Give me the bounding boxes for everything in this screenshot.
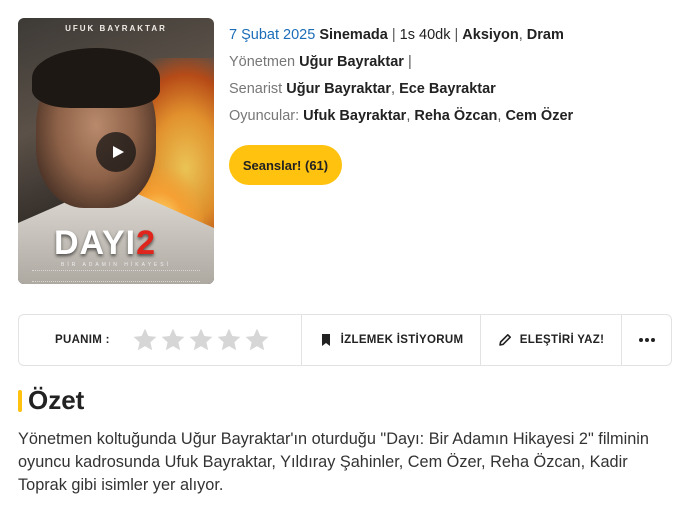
- action-bar: PUANIM : İZLEMEK İSTİYORUM ELEŞTİRİ YAZ!: [18, 314, 672, 366]
- movie-poster[interactable]: UFUK BAYRAKTAR DAYI2 BİR ADAMIN HİKAYESİ: [18, 18, 214, 284]
- cast-row: Oyuncular: Ufuk Bayraktar, Reha Özcan, C…: [229, 108, 574, 124]
- cast-link-1[interactable]: Ufuk Bayraktar: [303, 108, 406, 124]
- writer-link-1[interactable]: Uğur Bayraktar: [286, 81, 391, 97]
- heading-accent-bar: [18, 389, 22, 412]
- release-status: Sinemada: [319, 27, 388, 43]
- poster-credits-block: [32, 270, 200, 282]
- release-date[interactable]: 7 Şubat 2025: [229, 27, 315, 43]
- cast-link-2[interactable]: Reha Özcan: [414, 108, 497, 124]
- bookmark-icon: [321, 334, 330, 346]
- poster-actor-name: UFUK BAYRAKTAR: [65, 24, 167, 33]
- genre-link-1[interactable]: Aksiyon: [462, 27, 518, 43]
- poster-title: DAYI2: [54, 224, 157, 262]
- star-icon[interactable]: [132, 327, 158, 353]
- writer-link-2[interactable]: Ece Bayraktar: [399, 81, 496, 97]
- star-icon[interactable]: [216, 327, 242, 353]
- summary-heading: Özet: [18, 385, 84, 416]
- writer-label: Senarist: [229, 81, 283, 97]
- pencil-icon: [498, 334, 511, 346]
- summary-title: Özet: [28, 385, 85, 415]
- writer-row: Senarist Uğur Bayraktar, Ece Bayraktar: [229, 81, 496, 97]
- summary-text: Yönetmen koltuğunda Uğur Bayraktar'ın ot…: [18, 430, 649, 494]
- star-icon[interactable]: [244, 327, 270, 353]
- poster-subtitle: BİR ADAMIN HİKAYESİ: [61, 262, 171, 268]
- play-icon: [112, 146, 124, 158]
- cast-label: Oyuncular:: [229, 108, 300, 124]
- director-row: Yönetmen Uğur Bayraktar |: [229, 54, 412, 70]
- director-label: Yönetmen: [229, 54, 296, 70]
- rating-section: PUANIM :: [19, 315, 302, 365]
- poster-hair: [32, 48, 160, 108]
- genre-link-2[interactable]: Dram: [527, 27, 564, 43]
- watchlist-button[interactable]: İZLEMEK İSTİYORUM: [302, 315, 481, 365]
- star-icon[interactable]: [160, 327, 186, 353]
- director-link[interactable]: Uğur Bayraktar: [299, 54, 404, 70]
- more-options-button[interactable]: [622, 315, 671, 365]
- write-review-button[interactable]: ELEŞTİRİ YAZ!: [481, 315, 622, 365]
- duration: 1s 40dk: [399, 27, 451, 43]
- sessions-button[interactable]: Seanslar! (61): [229, 145, 342, 185]
- rating-label: PUANIM :: [55, 334, 110, 346]
- watchlist-label: İZLEMEK İSTİYORUM: [340, 334, 464, 346]
- star-icon[interactable]: [188, 327, 214, 353]
- cast-link-3[interactable]: Cem Özer: [505, 108, 573, 124]
- rating-stars: [132, 327, 270, 353]
- movie-info: 7 Şubat 2025 Sinemada | 1s 40dk | Aksiyo…: [229, 22, 669, 130]
- trailer-play-button[interactable]: [96, 132, 136, 172]
- meta-row: 7 Şubat 2025 Sinemada | 1s 40dk | Aksiyo…: [229, 27, 564, 43]
- more-icon: [638, 338, 655, 342]
- review-label: ELEŞTİRİ YAZ!: [519, 334, 605, 346]
